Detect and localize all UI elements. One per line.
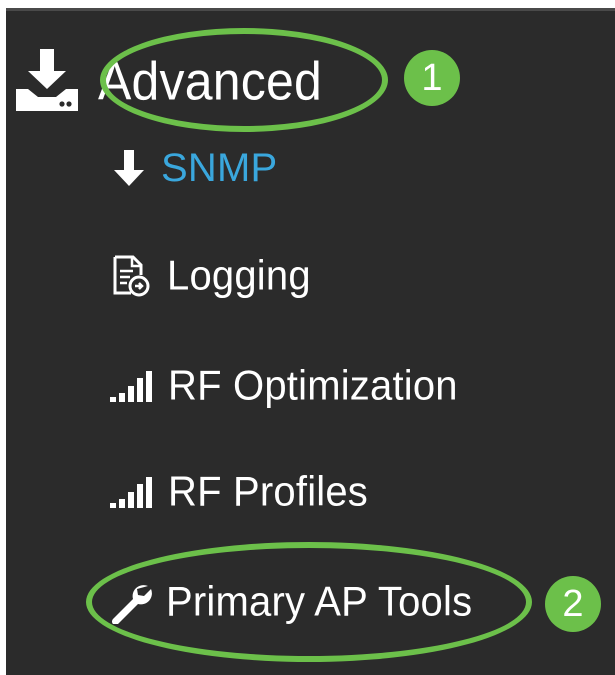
menu-item-rf-optimization[interactable]: RF Optimization <box>108 358 458 414</box>
menu-item-label: Primary AP Tools <box>166 578 473 625</box>
download-device-icon <box>14 45 80 117</box>
menu-item-rf-profiles[interactable]: RF Profiles <box>108 464 368 520</box>
callout-badge: 1 <box>404 50 460 106</box>
menu-item-label: Logging <box>167 252 311 299</box>
wrench-icon <box>108 580 152 626</box>
menu-section-label: Advanced <box>98 50 322 112</box>
menu-item-logging[interactable]: Logging <box>111 248 311 304</box>
log-document-icon <box>111 254 151 298</box>
callout-badge: 2 <box>545 576 601 632</box>
signal-bars-icon <box>108 369 154 403</box>
menu-item-snmp[interactable]: SNMP <box>111 140 277 196</box>
menu-item-label: RF Profiles <box>168 468 369 515</box>
menu-item-label: SNMP <box>161 145 278 190</box>
arrow-down-icon <box>111 148 147 188</box>
signal-bars-icon <box>108 475 154 509</box>
menu-item-label: RF Optimization <box>168 362 458 409</box>
menu-section-advanced[interactable]: Advanced <box>14 26 322 136</box>
menu-item-primary-ap-tools[interactable]: Primary AP Tools <box>108 574 472 630</box>
